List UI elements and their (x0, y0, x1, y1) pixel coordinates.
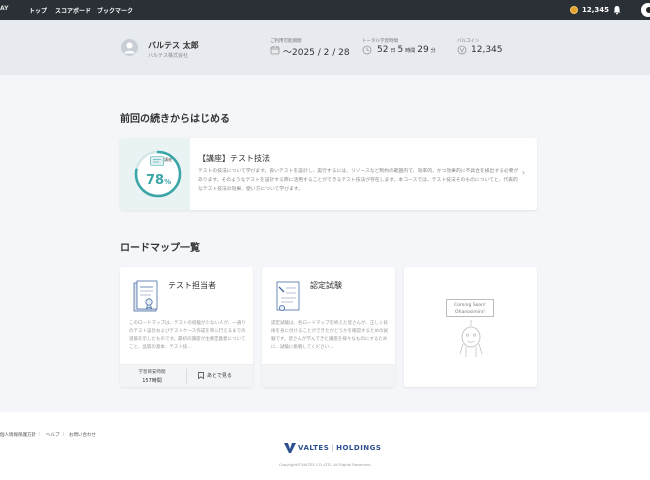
logo-separator: | (331, 444, 335, 452)
nav-item-scoreboard[interactable]: スコアボード (55, 6, 91, 15)
period-value: ～2025 / 2 / 28 (283, 48, 350, 58)
coin-balance[interactable]: 12,345 (570, 4, 609, 16)
roadmap-card-title: 認定試験 (310, 281, 342, 290)
user-avatar-icon (121, 39, 138, 56)
study-hours: 5 (397, 45, 404, 55)
footer-link-contact[interactable]: お問い合わせ (69, 432, 96, 438)
roadmap-card-footer (262, 364, 395, 387)
valcoin-icon (457, 45, 467, 55)
user-avatar-menu[interactable] (641, 3, 650, 17)
coin-label: バルコイン (457, 39, 480, 44)
logo-text: VALTES | HOLDINGS (298, 444, 381, 452)
roadmap-card-tester[interactable]: テスト担当者 このロードマップは、テストの経験が少ない人が、一通りのテスト設計お… (120, 267, 253, 387)
lecture-badge-label: 講座 (164, 157, 172, 162)
course-title: 【講座】テスト技法 (198, 154, 270, 163)
valtes-holdings-logo: VALTES | HOLDINGS (284, 443, 381, 453)
footer-link-help[interactable]: ヘルプ (46, 432, 60, 438)
study-estimate-label: 学習目安時間 (138, 370, 166, 375)
user-name: バルテス 太郎 (148, 41, 199, 50)
study-days-unit: 日 (390, 48, 396, 54)
clock-icon (362, 45, 372, 55)
coin-value: 12,345 (471, 45, 503, 55)
valtes-logo-mark-icon (284, 443, 296, 453)
study-minutes: 29 (417, 45, 429, 55)
nav-item-bookmark[interactable]: ブックマーク (97, 6, 133, 15)
watch-later-label: あとで見る (207, 373, 232, 379)
certificate-document-icon (133, 280, 158, 312)
mascot-illustration-icon (459, 320, 483, 357)
bell-icon[interactable] (612, 5, 622, 15)
study-days: 52 (377, 45, 389, 55)
coin-icon (570, 6, 578, 14)
roadmap-card-certification[interactable]: 認定試験 認定試験は、各ロードマップを終えた皆さんが、正しく技術を身に付けること… (262, 267, 395, 387)
roadmap-section-title: ロードマップ一覧 (120, 243, 200, 254)
footer-divider (186, 369, 187, 384)
watch-later-button[interactable]: あとで見る (198, 372, 232, 379)
calendar-icon (270, 46, 280, 55)
chevron-right-icon[interactable]: › (522, 168, 525, 177)
footer-separator: | (63, 432, 65, 437)
roadmap-card-description: 認定試験は、各ロードマップを終えた皆さんが、正しく技術を身に付けることができたか… (271, 321, 388, 350)
logo-main: VALTES (298, 444, 330, 452)
study-estimate-value: 157時間 (142, 378, 162, 384)
progress-percent-value: 78 (146, 173, 165, 188)
study-time-value: 52 日 5 時間 29 分 (377, 45, 438, 55)
footer-link-privacy[interactable]: 個人情報保護方針 (0, 432, 36, 438)
lecture-badge-icon (150, 156, 164, 166)
roadmap-card-description: このロードマップは、テストの経験が少ない人が、一通りのテスト設計およびテストケー… (129, 321, 246, 350)
progress-percent-unit: % (164, 178, 172, 186)
coming-soon-sign: Coming Soon! Ohanosimini! (446, 299, 494, 317)
exam-paper-icon (276, 281, 300, 311)
study-hours-unit: 時間 (405, 48, 416, 54)
footer-separator: | (39, 432, 41, 437)
user-company: バルテス株式会社 (148, 53, 189, 59)
logo-sub: HOLDINGS (336, 444, 382, 452)
study-time-label: トータル学習時間 (362, 39, 398, 44)
roadmap-card-footer: 学習目安時間 157時間 あとで見る (120, 364, 253, 387)
course-description: テストの技法について学びます。良いテストを設計し、実行するには、リソースなど制約… (198, 169, 519, 192)
coin-balance-value: 12,345 (582, 6, 610, 14)
bookmark-icon (198, 372, 204, 379)
brand-logo-fragment[interactable]: AY (0, 5, 8, 12)
period-label: ご利用可能期間 (270, 39, 302, 44)
study-minutes-unit: 分 (430, 48, 436, 54)
progress-percent: 78% (146, 173, 171, 188)
nav-item-top[interactable]: トップ (29, 6, 47, 15)
roadmap-card-title: テスト担当者 (168, 281, 216, 290)
coming-soon-line-1: Coming Soon! (454, 303, 486, 308)
coming-soon-line-2: Ohanosimini! (455, 310, 485, 315)
copyright: Copyright©VALTES CO.,LTD. All Rights Res… (278, 462, 372, 467)
resume-section-title: 前回の続きからはじめる (120, 114, 230, 125)
